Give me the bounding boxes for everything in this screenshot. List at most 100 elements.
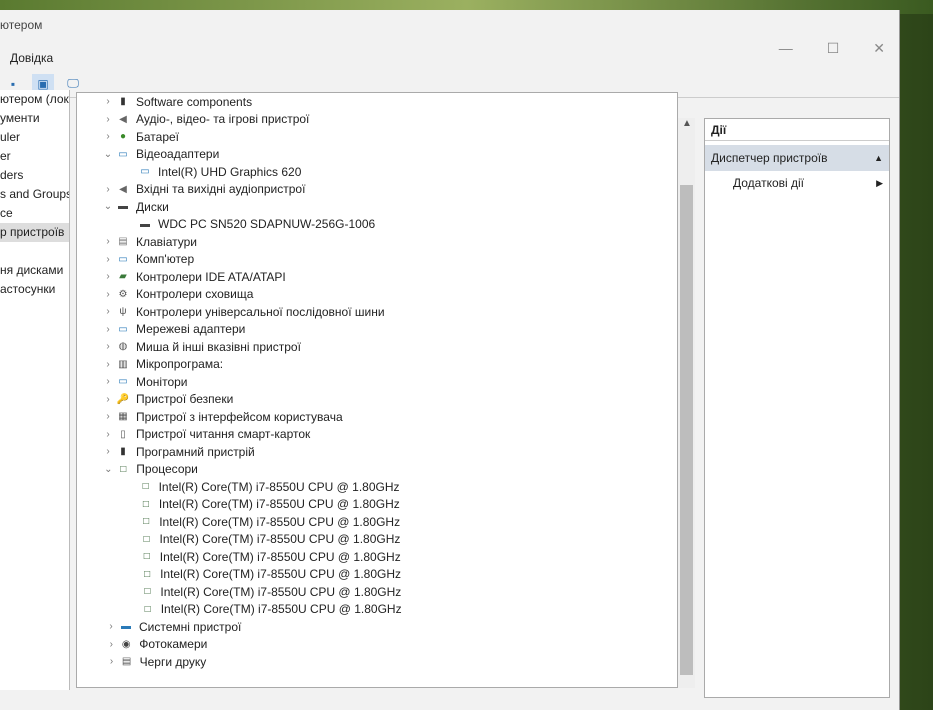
maximize-button[interactable]: ☐ <box>827 40 840 57</box>
nav-item[interactable]: астосунки <box>0 280 69 299</box>
scroll-up-icon[interactable]: ▲ <box>682 118 692 129</box>
minimize-button[interactable]: — <box>779 40 793 57</box>
tree-item[interactable]: □ Intel(R) Core(TM) i7-8550U CPU @ 1.80GH… <box>77 566 677 584</box>
tree-item-label: Пристрої безпеки <box>136 392 234 407</box>
actions-section-device-manager[interactable]: Диспетчер пристроїв ▲ <box>705 145 889 171</box>
tree-item[interactable]: □ Intel(R) Core(TM) i7-8550U CPU @ 1.80GH… <box>77 531 677 549</box>
title-bar: ютером <box>0 10 899 40</box>
actions-header: Дії <box>705 119 889 141</box>
expand-icon[interactable]: › <box>101 376 115 387</box>
tree-item[interactable]: □ Intel(R) Core(TM) i7-8550U CPU @ 1.80GH… <box>77 513 677 531</box>
tree-item[interactable]: › ▤ Клавіатури <box>77 233 677 251</box>
device-icon: ψ <box>119 306 127 318</box>
tree-item-label: Intel(R) Core(TM) i7-8550U CPU @ 1.80GHz <box>158 479 400 494</box>
tree-item[interactable]: › ◀ Аудіо-, відео- та ігрові пристрої <box>77 111 677 129</box>
expand-icon[interactable]: › <box>101 96 115 107</box>
window-title: ютером <box>0 18 43 32</box>
expand-icon[interactable]: ⌄ <box>101 201 115 212</box>
tree-item[interactable]: □ Intel(R) Core(TM) i7-8550U CPU @ 1.80GH… <box>77 601 677 619</box>
expand-icon[interactable]: › <box>104 621 118 632</box>
menu-help[interactable]: Довідка <box>10 51 53 65</box>
tree-item-label: Мікропрограма: <box>136 357 224 372</box>
nav-item[interactable]: uler <box>0 128 69 147</box>
expand-icon[interactable]: › <box>101 324 115 335</box>
tree-item[interactable]: ⌄ ▬ Диски <box>77 198 677 216</box>
nav-item[interactable]: ументи <box>0 109 69 128</box>
tree-item-label: Intel(R) Core(TM) i7-8550U CPU @ 1.80GHz <box>159 532 401 547</box>
expand-icon[interactable]: › <box>101 411 115 422</box>
tree-item[interactable]: › ▦ Пристрої з інтерфейсом користувача <box>77 408 677 426</box>
tree-item[interactable]: › 🔑 Пристрої безпеки <box>77 391 677 409</box>
tree-item[interactable]: □ Intel(R) Core(TM) i7-8550U CPU @ 1.80GH… <box>77 478 677 496</box>
nav-item[interactable]: ня дисками <box>0 261 69 280</box>
tree-item[interactable]: › ▮ Програмний пристрій <box>77 443 677 461</box>
tree-item[interactable]: › ▭ Комп'ютер <box>77 251 677 269</box>
tree-item[interactable]: ⌄ □ Процесори <box>77 461 677 479</box>
device-icon: □ <box>142 481 149 493</box>
expand-icon[interactable]: › <box>105 656 119 667</box>
device-icon: ▮ <box>120 96 126 108</box>
expand-icon[interactable]: › <box>101 184 115 195</box>
tree-item[interactable]: › ▥ Мікропрограма: <box>77 356 677 374</box>
tree-item[interactable]: › ▤ Черги друку <box>77 653 677 671</box>
expand-icon[interactable]: › <box>101 289 115 300</box>
expand-icon[interactable]: › <box>101 306 115 317</box>
expand-icon[interactable]: › <box>101 131 115 142</box>
tree-item[interactable]: □ Intel(R) Core(TM) i7-8550U CPU @ 1.80GH… <box>77 496 677 514</box>
tree-item[interactable]: › ▯ Пристрої читання смарт-карток <box>77 426 677 444</box>
device-icon: ◍ <box>118 341 128 353</box>
expand-icon[interactable]: › <box>101 114 115 125</box>
nav-item[interactable]: ders <box>0 166 69 185</box>
device-icon: □ <box>142 498 149 510</box>
tree-item[interactable]: › ▭ Монітори <box>77 373 677 391</box>
tree-item[interactable]: ▭ Intel(R) UHD Graphics 620 <box>77 163 677 181</box>
nav-item[interactable] <box>0 242 69 261</box>
tree-item-label: Черги друку <box>139 654 207 669</box>
tree-item-label: Пристрої читання смарт-карток <box>136 427 311 442</box>
tree-item[interactable]: › ◀ Вхідні та вихідні аудіопристрої <box>77 181 677 199</box>
device-icon: 🔑 <box>116 393 130 405</box>
expand-icon[interactable]: › <box>101 394 115 405</box>
expand-icon[interactable]: › <box>101 429 115 440</box>
expand-icon[interactable]: › <box>101 254 115 265</box>
tree-item[interactable]: › ▬ Системні пристрої <box>77 618 677 636</box>
tree-item[interactable]: › ▭ Мережеві адаптери <box>77 321 677 339</box>
tree-item-label: Миша й інші вказівні пристрої <box>136 339 301 354</box>
action-more-actions[interactable]: Додаткові дії ▶ <box>705 171 889 195</box>
tree-item[interactable]: ▬ WDC PC SN520 SDAPNUW-256G-1006 <box>77 216 677 234</box>
nav-item[interactable]: ce <box>0 204 69 223</box>
device-icon: ▭ <box>140 166 150 178</box>
tree-item[interactable]: › ψ Контролери універсальної послідовної ш… <box>77 303 677 321</box>
expand-icon[interactable]: › <box>104 639 118 650</box>
scrollbar-thumb[interactable] <box>680 185 693 675</box>
tree-item[interactable]: › ◍ Миша й інші вказівні пристрої <box>77 338 677 356</box>
nav-item[interactable]: р пристроїв <box>0 223 69 242</box>
expand-icon[interactable]: ⌄ <box>101 464 115 475</box>
tree-item[interactable]: ⌄ ▭ Відеоадаптери <box>77 146 677 164</box>
collapse-icon[interactable]: ▲ <box>874 145 883 171</box>
tree-item[interactable]: □ Intel(R) Core(TM) i7-8550U CPU @ 1.80GH… <box>77 583 677 601</box>
expand-icon[interactable]: › <box>101 446 115 457</box>
nav-item[interactable]: er <box>0 147 69 166</box>
nav-item[interactable]: s and Groups <box>0 185 69 204</box>
tree-item-label: Комп'ютер <box>136 252 195 267</box>
expand-icon[interactable]: › <box>101 359 115 370</box>
tree-item-label: Фотокамери <box>139 637 208 652</box>
device-icon: ▬ <box>121 621 131 633</box>
expand-icon[interactable]: › <box>101 236 115 247</box>
tree-item-label: Вхідні та вихідні аудіопристрої <box>136 182 306 197</box>
expand-icon[interactable]: › <box>101 341 115 352</box>
tree-item[interactable]: › ▰ Контролери IDE ATA/ATAPI <box>77 268 677 286</box>
tree-item[interactable]: □ Intel(R) Core(TM) i7-8550U CPU @ 1.80GH… <box>77 548 677 566</box>
tree-item[interactable]: › ◉ Фотокамери <box>77 636 677 654</box>
close-button[interactable]: ✕ <box>873 40 885 57</box>
tree-item[interactable]: › ● Батареї <box>77 128 677 146</box>
expand-icon[interactable]: › <box>101 271 115 282</box>
expand-icon[interactable]: ⌄ <box>101 149 115 160</box>
nav-item[interactable]: ютером (лока <box>0 90 69 109</box>
device-icon: ▭ <box>118 253 128 265</box>
tree-item[interactable]: › ⚙ Контролери сховища <box>77 286 677 304</box>
device-icon: □ <box>144 603 151 615</box>
tree-item-label: Аудіо-, відео- та ігрові пристрої <box>136 112 310 127</box>
tree-item[interactable]: › ▮ Software components <box>77 93 677 111</box>
